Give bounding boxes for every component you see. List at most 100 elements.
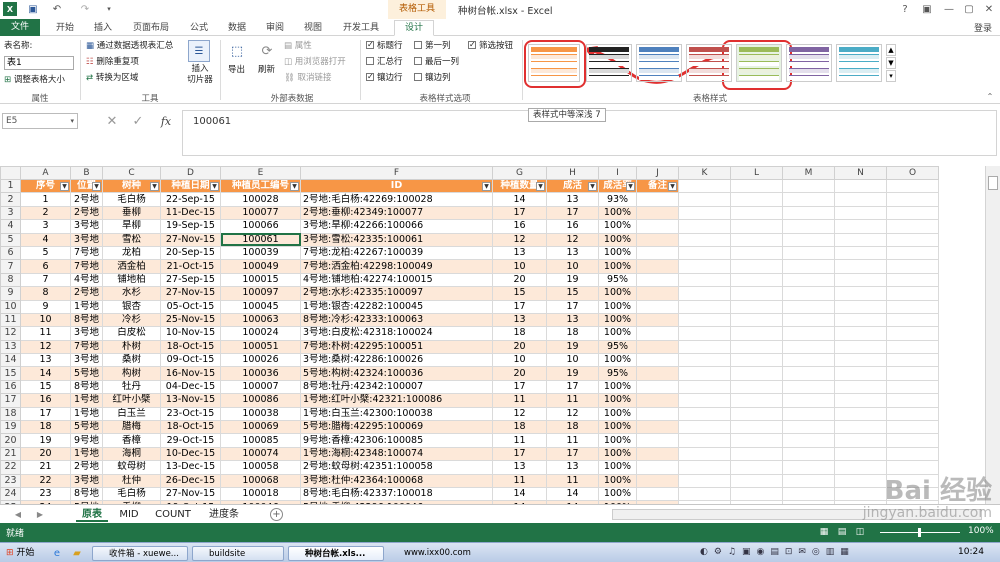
header-row-checkbox[interactable] [366,39,374,51]
cell[interactable]: 18 [492,420,547,435]
name-box[interactable]: E5 ▾ [2,113,78,129]
cell[interactable] [636,326,679,341]
cell[interactable] [834,272,887,288]
cell[interactable]: 17 [546,299,599,314]
sheet-next-icon[interactable]: ▶ [34,508,46,520]
cell[interactable]: 8号地 [70,486,103,502]
cancel-entry-icon[interactable]: ✕ [104,113,120,129]
column-header[interactable]: O [886,166,939,180]
cell[interactable] [636,245,679,261]
row-header[interactable]: 21 [0,446,21,462]
cell[interactable] [782,326,835,341]
cell[interactable]: 13-Nov-15 [160,393,221,408]
cell[interactable]: 9 [20,299,71,314]
signin-link[interactable]: 登录 [974,21,992,34]
cell[interactable] [782,446,835,462]
cell[interactable] [636,393,679,408]
cell[interactable] [782,339,835,355]
slicer-icon[interactable]: ☰ [188,40,210,62]
cell[interactable]: 19 [546,339,599,355]
cell[interactable] [886,219,939,234]
row-header[interactable]: 5 [0,232,21,247]
column-header[interactable]: N [834,166,887,180]
cell[interactable]: 100049 [220,259,301,274]
cell[interactable] [730,245,783,261]
cell[interactable]: 17 [492,299,547,314]
open-browser-button[interactable]: ◫ 用浏览器打开 [284,56,346,68]
cell[interactable] [886,299,939,314]
column-header[interactable]: C [102,166,161,180]
cell[interactable]: 100018 [220,486,301,502]
cell[interactable]: 27-Nov-15 [160,486,221,502]
banded-columns-checkbox[interactable] [414,73,422,81]
cell[interactable]: 10-Nov-15 [160,326,221,341]
cell[interactable] [678,272,731,288]
cell[interactable] [782,245,835,261]
row-header[interactable]: 10 [0,299,21,314]
save-icon[interactable]: ▣ [26,2,40,16]
sheet-tab-original[interactable]: 原表 [76,507,108,522]
cell[interactable]: 3号地 [70,326,103,341]
cell[interactable]: 6 [20,259,71,274]
cell[interactable] [678,178,731,194]
cell[interactable]: 93% [598,192,637,207]
cell[interactable] [730,339,783,355]
tab-developer[interactable]: 开发工具 [336,21,386,35]
gallery-more-icon[interactable]: ▾ [886,70,896,82]
cell[interactable]: 100063 [220,312,301,328]
sheet-prev-icon[interactable]: ◀ [12,508,24,520]
cell[interactable]: 2 [20,205,71,221]
cell[interactable] [782,420,835,435]
row-header[interactable]: 22 [0,460,21,475]
cell[interactable]: 11 [546,473,599,488]
table-header-cell[interactable]: 种植员工编号 ▼ [220,178,301,194]
scroll-thumb[interactable] [988,176,998,190]
cell[interactable]: 18-Oct-15 [160,339,221,355]
cell[interactable] [782,219,835,234]
cell[interactable]: 21-Oct-15 [160,259,221,274]
taskbar-item-excel[interactable]: 种树台帐.xls... [288,546,384,561]
cell[interactable]: 3号地:桑树:42286:100026 [300,353,493,368]
table-style-swatch[interactable] [636,44,682,82]
cell[interactable] [730,366,783,381]
cell[interactable]: 04-Dec-15 [160,379,221,395]
cell[interactable] [782,312,835,328]
cell[interactable]: 7号地:龙柏:42267:100039 [300,245,493,261]
cell[interactable] [730,178,783,194]
cell[interactable] [730,259,783,274]
tab-file[interactable]: 文件 [0,19,40,36]
cell[interactable] [678,326,731,341]
cell[interactable]: 洒金柏 [102,259,161,274]
cell[interactable] [678,339,731,355]
cell[interactable]: 100007 [220,379,301,395]
cell[interactable]: 3号地:雪松:42335:100061 [300,232,493,247]
cell[interactable]: 100051 [220,339,301,355]
close-icon[interactable]: ✕ [982,2,996,16]
convert-range-button[interactable]: ⇄ 转换为区域 [86,72,138,84]
cell[interactable]: 5号地 [70,420,103,435]
cell[interactable]: 4号地 [70,272,103,288]
cell[interactable]: 29-Oct-15 [160,433,221,448]
cell[interactable] [886,272,939,288]
cell[interactable]: 冷杉 [102,312,161,328]
cell[interactable] [886,406,939,422]
cell[interactable] [678,219,731,234]
cell[interactable] [834,326,887,341]
page-layout-icon[interactable]: ▤ [836,526,848,538]
cell[interactable] [730,393,783,408]
cell[interactable]: 1号地:白玉兰:42300:100038 [300,406,493,422]
cell[interactable]: 05-Oct-15 [160,299,221,314]
cell[interactable]: 1号地:海桐:42348:100074 [300,446,493,462]
cell[interactable]: 8号地 [70,312,103,328]
cell[interactable]: 14 [492,486,547,502]
cell[interactable]: 8 [20,286,71,301]
table-style-swatch[interactable] [686,44,732,82]
cell[interactable]: 100038 [220,406,301,422]
row-header[interactable]: 20 [0,433,21,448]
cell[interactable]: 11 [492,393,547,408]
cell[interactable] [834,259,887,274]
cell[interactable]: 2号地:毛白杨:42269:100028 [300,192,493,207]
cell[interactable] [678,299,731,314]
cell[interactable]: 毛白杨 [102,486,161,502]
cell[interactable]: 2号地 [70,286,103,301]
